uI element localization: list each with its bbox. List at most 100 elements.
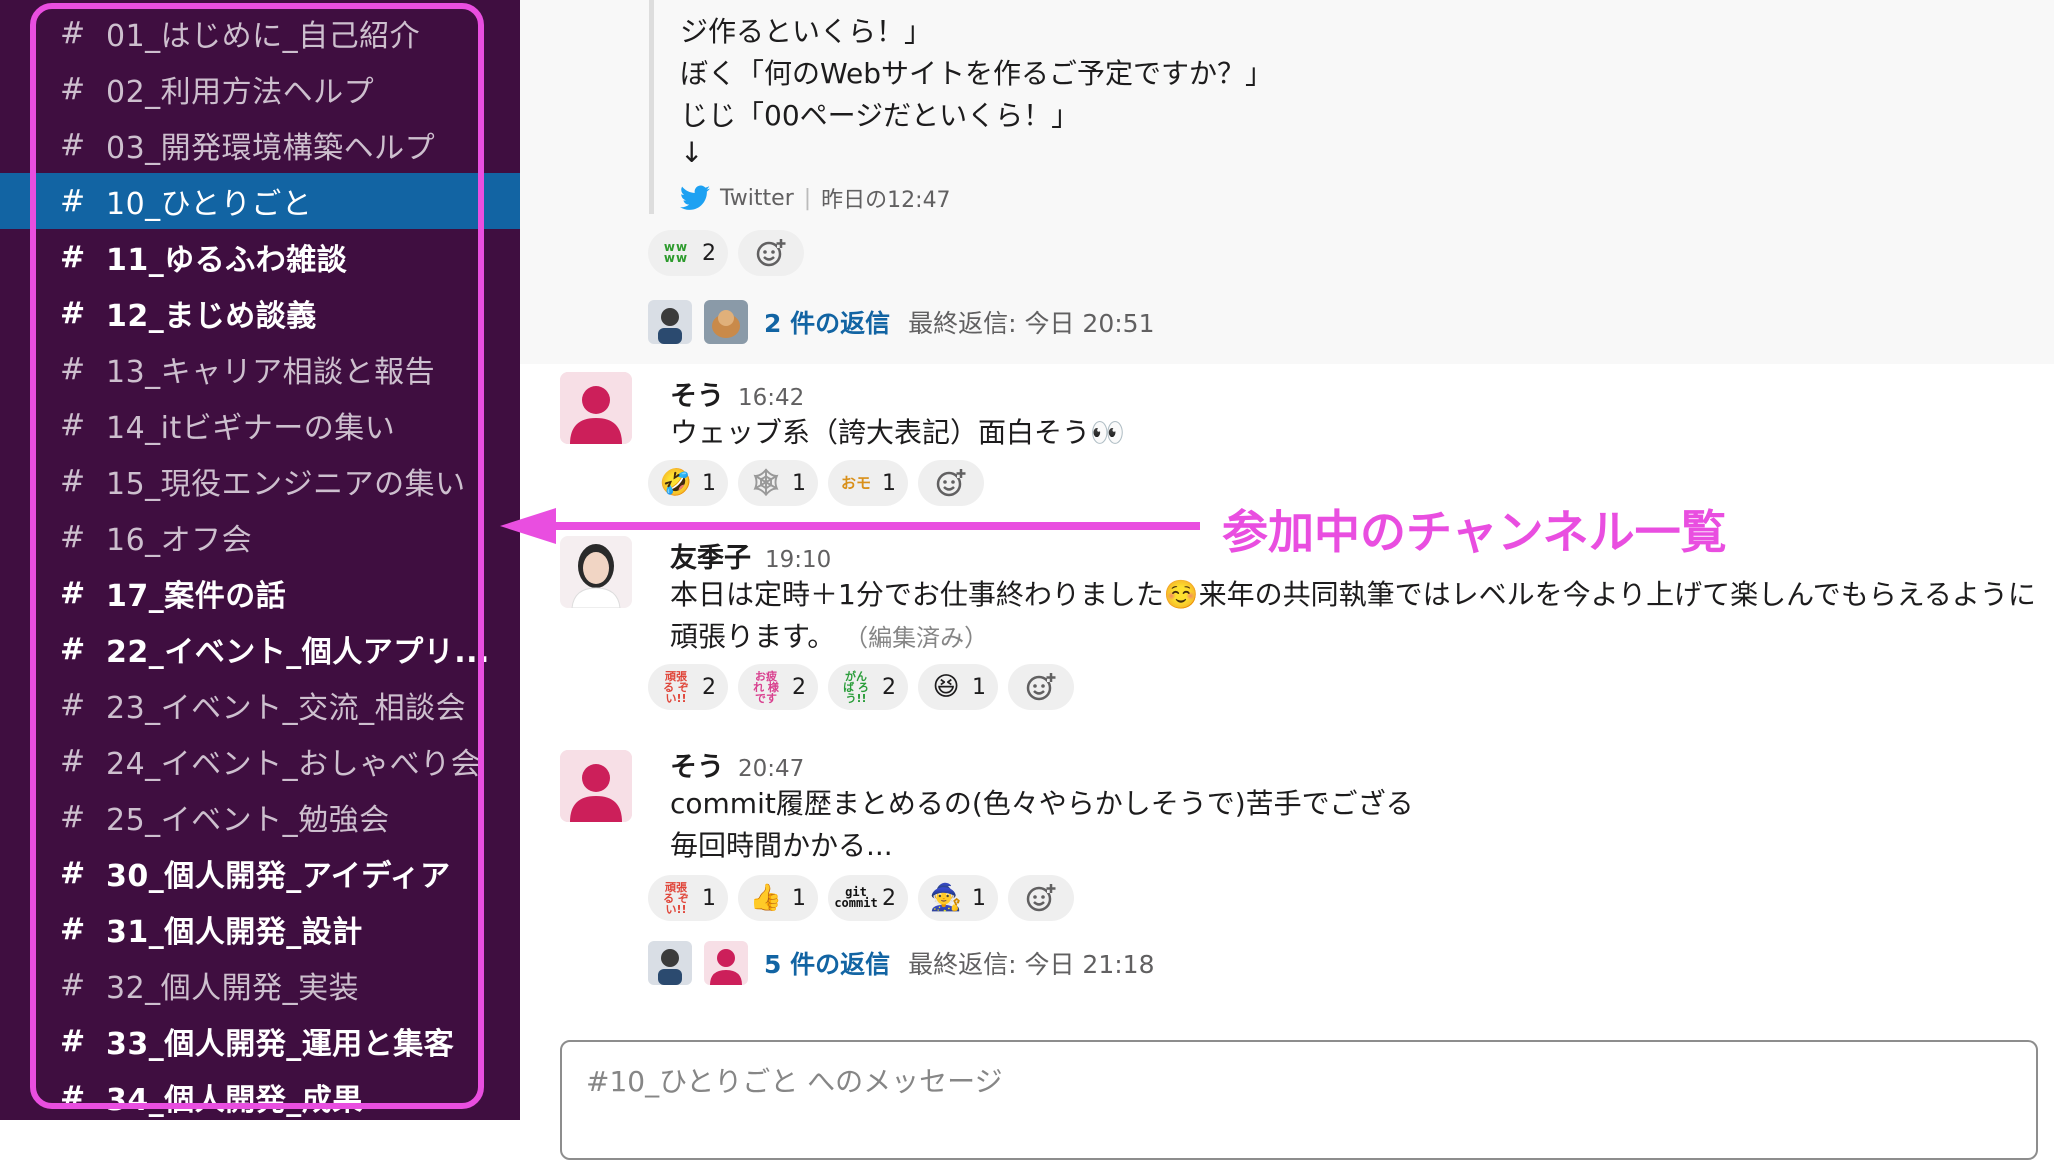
user-avatar — [560, 750, 632, 822]
sidebar-channel-31[interactable]: #31_個人開発_設計 — [0, 901, 520, 957]
source-name: Twitter — [720, 185, 794, 211]
message-item: そう 16:42 ウェッブ系（誇大表記）面白そう👀 🤣 1 🕸 1 おモ 1 — [560, 372, 2040, 512]
reaction-laughing[interactable]: 😆 1 — [918, 664, 998, 710]
hash-icon: # — [60, 15, 86, 51]
channel-label: 22_イベント_個人アプリ... — [106, 635, 490, 670]
channel-label: 14_itビギナーの集い — [106, 411, 396, 446]
wizard-emoji-icon: 🧙 — [929, 882, 963, 913]
sidebar-channel-02[interactable]: #02_利用方法ヘルプ — [0, 61, 520, 117]
sidebar-channel-34[interactable]: #34_個人開発_成果 — [0, 1069, 520, 1120]
thread-summary[interactable]: 5 件の返信 最終返信: 今日 21:18 — [648, 941, 1154, 985]
hash-icon: # — [60, 1023, 86, 1059]
hash-icon: # — [60, 295, 86, 331]
channel-label: 02_利用方法ヘルプ — [106, 75, 375, 110]
replier-avatar — [704, 300, 748, 344]
sidebar-channel-10-active[interactable]: #10_ひとりごと — [0, 173, 520, 229]
reaction-ganbaru[interactable]: 頑張る ぞい!! 2 — [648, 664, 728, 710]
message-text: 本日は定時＋1分でお仕事終わりました☺️来年の共同執筆ではレベルを今より上げて楽… — [670, 574, 2050, 659]
quote-line: じじ「00ページだといくら！」 — [680, 99, 1080, 132]
sidebar-channel-15[interactable]: #15_現役エンジニアの集い — [0, 453, 520, 509]
add-reaction-button[interactable] — [738, 230, 804, 276]
message-item: 友季子 19:10 本日は定時＋1分でお仕事終わりました☺️来年の共同執筆ではレベ… — [560, 536, 2040, 716]
add-reaction-icon — [1026, 884, 1056, 912]
sidebar-channel-16[interactable]: #16_オフ会 — [0, 509, 520, 565]
reaction-count: 1 — [792, 885, 806, 911]
reaction-count: 2 — [792, 674, 806, 700]
add-reaction-button[interactable] — [1008, 875, 1074, 921]
channel-label: 25_イベント_勉強会 — [106, 803, 390, 838]
channel-label: 16_オフ会 — [106, 523, 253, 558]
spiderweb-emoji-icon: 🕸 — [749, 467, 783, 498]
reaction-wizard[interactable]: 🧙 1 — [918, 875, 998, 921]
channel-label: 34_個人開発_成果 — [106, 1083, 363, 1118]
sidebar-channel-03[interactable]: #03_開発環境構築ヘルプ — [0, 117, 520, 173]
channel-label: 03_開発環境構築ヘルプ — [106, 131, 436, 166]
message-time: 20:47 — [738, 756, 805, 782]
sidebar-channel-11[interactable]: #11_ゆるふわ雑談 — [0, 229, 520, 285]
hash-icon: # — [60, 799, 86, 835]
message-text: ウェッブ系（誇大表記）面白そう👀 — [670, 416, 1125, 449]
ganbarou-emoji-icon: がんば ろう!! — [843, 669, 869, 705]
reaction-ganbarou[interactable]: がんば ろう!! 2 — [828, 664, 908, 710]
sender-name: そう 16:42 — [670, 374, 804, 413]
reaction-git-commit[interactable]: git commit 2 — [828, 875, 908, 921]
rofl-emoji-icon: 🤣 — [659, 467, 693, 498]
hash-icon: # — [60, 463, 86, 499]
hash-icon: # — [60, 183, 86, 219]
thread-summary[interactable]: 2 件の返信 最終返信: 今日 20:51 — [648, 300, 1154, 344]
message-composer[interactable] — [560, 1040, 2038, 1160]
thread-replies-link[interactable]: 5 件の返信 — [764, 945, 890, 981]
channel-label: 13_キャリア相談と報告 — [106, 355, 436, 390]
hash-icon: # — [60, 1079, 86, 1115]
sender-name: そう 20:47 — [670, 745, 804, 784]
add-reaction-icon — [936, 469, 966, 497]
reaction-count: 1 — [972, 674, 986, 700]
sidebar-channel-23[interactable]: #23_イベント_交流_相談会 — [0, 677, 520, 733]
reaction-ganbaru[interactable]: 頑張る ぞい!! 1 — [648, 875, 728, 921]
sidebar-channel-22[interactable]: #22_イベント_個人アプリ... — [0, 621, 520, 677]
sidebar-channel-17[interactable]: #17_案件の話 — [0, 565, 520, 621]
hash-icon: # — [60, 351, 86, 387]
sidebar-channel-33[interactable]: #33_個人開発_運用と集客 — [0, 1013, 520, 1069]
reaction-rofl[interactable]: 🤣 1 — [648, 460, 728, 506]
quote-line: ジ作るといくら！」 — [680, 15, 933, 48]
sidebar-channel-32[interactable]: #32_個人開発_実装 — [0, 957, 520, 1013]
thread-replies-link[interactable]: 2 件の返信 — [764, 304, 890, 340]
add-reaction-icon — [1026, 673, 1056, 701]
reaction-count: 2 — [882, 885, 896, 911]
channel-label: 10_ひとりごと — [106, 187, 313, 222]
add-reaction-button[interactable] — [918, 460, 984, 506]
sidebar-channel-24[interactable]: #24_イベント_おしゃべり会 — [0, 733, 520, 789]
annotation-arrow-icon — [500, 508, 1200, 544]
attachment-source: Twitter | 昨日の12:47 — [680, 182, 951, 214]
hash-icon: # — [60, 239, 86, 275]
hash-icon: # — [60, 967, 86, 1003]
sidebar-channel-12[interactable]: #12_まじめ談義 — [0, 285, 520, 341]
reaction-otsukare[interactable]: お疲れ 様です 2 — [738, 664, 818, 710]
message-input[interactable] — [584, 1064, 1988, 1099]
thumbsup-emoji-icon: 👍 — [749, 882, 783, 913]
reaction-omo[interactable]: おモ 1 — [828, 460, 908, 506]
sidebar-channel-30[interactable]: #30_個人開発_アイディア — [0, 845, 520, 901]
sender-name-text: 友季子 — [670, 543, 751, 574]
channel-label: 30_個人開発_アイディア — [106, 859, 451, 894]
reaction-count: 2 — [702, 240, 716, 266]
reaction-bar: 頑張る ぞい!! 2 お疲れ 様です 2 がんば ろう!! 2 😆 1 — [648, 664, 1074, 710]
sidebar-channel-01[interactable]: #01_はじめに_自己紹介 — [0, 5, 520, 61]
separator: | — [803, 185, 812, 211]
omo-emoji-icon: おモ — [840, 473, 871, 492]
quote-line: ↓ — [680, 136, 704, 169]
sidebar-channel-13[interactable]: #13_キャリア相談と報告 — [0, 341, 520, 397]
reaction-count: 1 — [792, 470, 806, 496]
message-line: 頑張ります。 — [670, 620, 836, 653]
reaction-bar: ww ww 2 — [648, 230, 804, 276]
channel-label: 23_イベント_交流_相談会 — [106, 691, 467, 726]
reaction-thumbsup[interactable]: 👍 1 — [738, 875, 818, 921]
sidebar-channel-25[interactable]: #25_イベント_勉強会 — [0, 789, 520, 845]
reaction-ww[interactable]: ww ww 2 — [648, 230, 728, 276]
add-reaction-button[interactable] — [1008, 664, 1074, 710]
reaction-bar: 頑張る ぞい!! 1 👍 1 git commit 2 🧙 1 — [648, 875, 1074, 921]
replier-avatar — [648, 941, 692, 985]
sidebar-channel-14[interactable]: #14_itビギナーの集い — [0, 397, 520, 453]
reaction-spiderweb[interactable]: 🕸 1 — [738, 460, 818, 506]
